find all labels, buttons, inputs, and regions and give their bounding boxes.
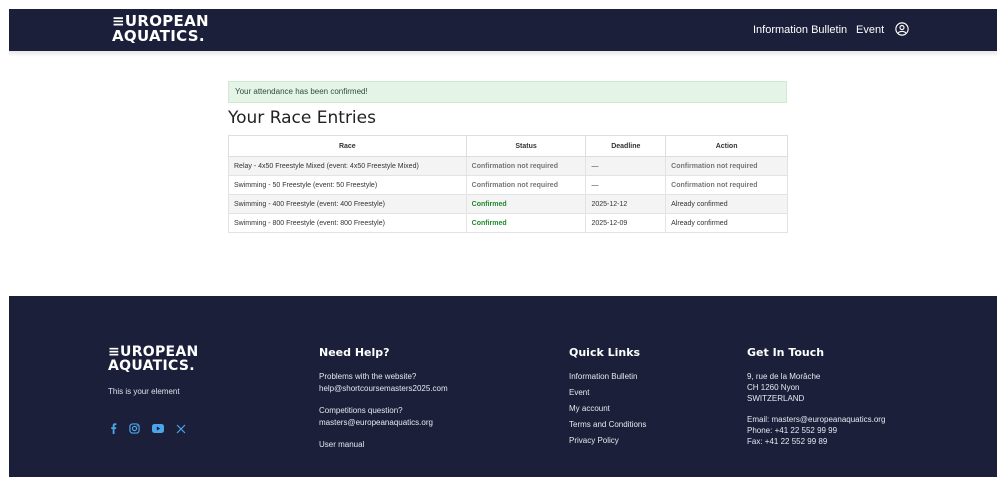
nav-event[interactable]: Event: [856, 9, 884, 51]
table-row: Swimming - 800 Freestyle (event: 800 Fre…: [228, 213, 788, 233]
footer-help-column: Need Help? Problems with the website? he…: [319, 346, 448, 451]
footer-logo[interactable]: ≡UROPEAN AQUATICS.: [108, 345, 199, 373]
site-footer: ≡UROPEAN AQUATICS. This is your element …: [9, 296, 997, 477]
user-circle-icon[interactable]: [895, 22, 909, 36]
status-cell: Confirmation not required: [465, 175, 587, 195]
status-cell: Confirmed: [465, 194, 587, 214]
deadline-cell: 2025-12-12: [585, 194, 667, 214]
race-cell: Swimming - 800 Freestyle (event: 800 Fre…: [228, 213, 467, 233]
footer-link-terms[interactable]: Terms and Conditions: [569, 419, 646, 431]
footer-quick-links: Quick Links Information Bulletin Event M…: [569, 346, 646, 447]
race-entries-table: Race Status Deadline Action Relay - 4x50…: [228, 135, 788, 233]
competitions-question: Competitions question?: [319, 406, 403, 415]
success-alert: Your attendance has been confirmed!: [228, 81, 787, 103]
column-header-action: Action: [665, 135, 788, 157]
race-cell: Swimming - 50 Freestyle (event: 50 Frees…: [228, 175, 467, 195]
footer-tagline: This is your element: [108, 387, 180, 396]
footer-link-event[interactable]: Event: [569, 387, 646, 399]
site-logo[interactable]: ≡UROPEAN AQUATICS.: [112, 14, 209, 44]
action-cell: Already confirmed: [665, 213, 788, 233]
deadline-cell: —: [585, 156, 667, 176]
address-line: SWITZERLAND: [747, 394, 805, 403]
masters-email-link[interactable]: masters@europeanaquatics.org: [319, 417, 448, 429]
table-row: Relay - 4x50 Freestyle Mixed (event: 4x5…: [228, 156, 788, 176]
page-title: Your Race Entries: [228, 108, 376, 128]
help-heading: Need Help?: [319, 346, 390, 359]
help-website-question: Problems with the website?: [319, 372, 417, 381]
action-cell: Confirmation not required: [665, 175, 788, 195]
contact-heading: Get In Touch: [747, 346, 825, 359]
race-cell: Swimming - 400 Freestyle (event: 400 Fre…: [228, 194, 467, 214]
column-header-deadline: Deadline: [585, 135, 667, 157]
deadline-cell: —: [585, 175, 667, 195]
table-row: Swimming - 50 Freestyle (event: 50 Frees…: [228, 175, 788, 195]
action-cell: Already confirmed: [665, 194, 788, 214]
action-cell: Confirmation not required: [665, 156, 788, 176]
column-header-race: Race: [228, 135, 467, 157]
table-row: Swimming - 400 Freestyle (event: 400 Fre…: [228, 194, 788, 214]
footer-link-information-bulletin[interactable]: Information Bulletin: [569, 371, 646, 383]
status-cell: Confirmation not required: [465, 156, 587, 176]
instagram-icon[interactable]: [129, 423, 140, 434]
user-manual-link[interactable]: User manual: [319, 439, 448, 451]
address-line: 9, rue de la Morâche: [747, 372, 821, 381]
footer-link-privacy[interactable]: Privacy Policy: [569, 435, 646, 447]
column-header-status: Status: [465, 135, 587, 157]
footer-link-my-account[interactable]: My account: [569, 403, 646, 415]
footer-contact-column: Get In Touch 9, rue de la Morâche CH 126…: [747, 346, 885, 447]
table-header-row: Race Status Deadline Action: [228, 135, 788, 157]
nav-information-bulletin[interactable]: Information Bulletin: [753, 9, 847, 51]
race-cell: Relay - 4x50 Freestyle Mixed (event: 4x5…: [228, 156, 467, 176]
x-icon[interactable]: [176, 424, 186, 434]
deadline-cell: 2025-12-09: [585, 213, 667, 233]
top-navbar: ≡UROPEAN AQUATICS. Information Bulletin …: [9, 9, 997, 51]
social-links: [110, 423, 186, 434]
contact-phone: Phone: +41 22 552 99 99: [747, 426, 838, 435]
address-line: CH 1260 Nyon: [747, 383, 800, 392]
youtube-icon[interactable]: [152, 424, 164, 433]
facebook-icon[interactable]: [110, 423, 117, 434]
help-email-link[interactable]: help@shortcoursemasters2025.com: [319, 383, 448, 395]
status-cell: Confirmed: [465, 213, 587, 233]
contact-fax: Fax: +41 22 552 99 89: [747, 437, 828, 446]
quick-links-heading: Quick Links: [569, 346, 641, 359]
navbar-shadow: [9, 51, 997, 57]
contact-email[interactable]: Email: masters@europeanaquatics.org: [747, 414, 885, 425]
